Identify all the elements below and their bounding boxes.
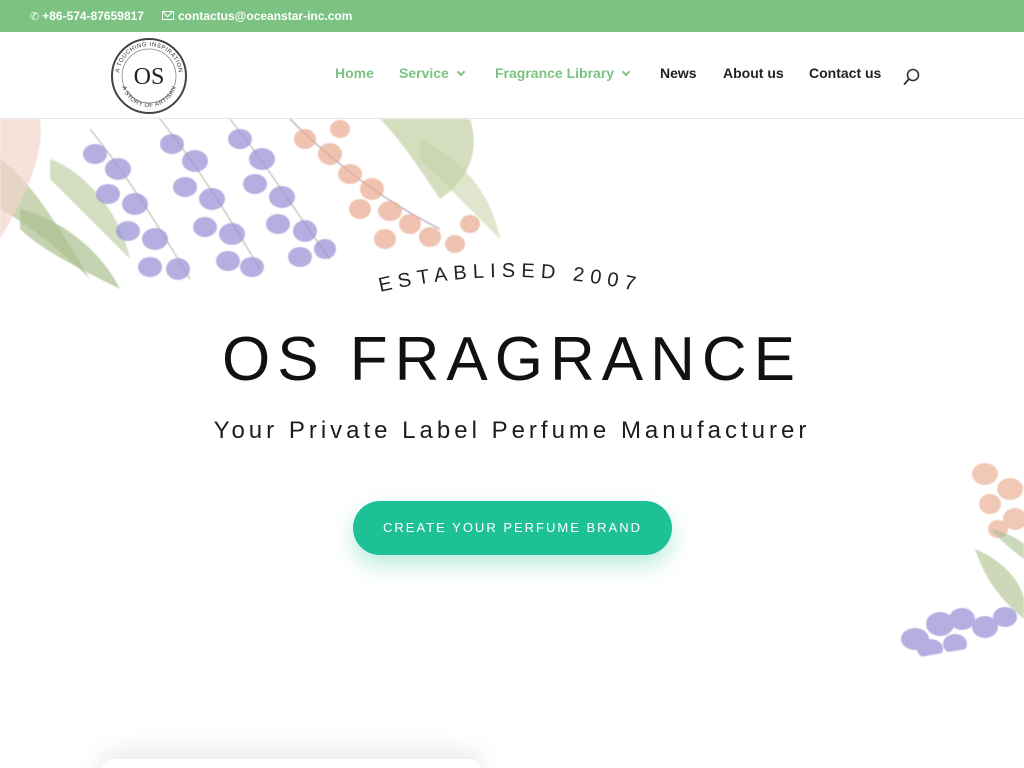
nav-service-label: Service <box>399 65 449 81</box>
phone-link[interactable]: ✆ +86-574-87659817 <box>30 9 144 24</box>
hero-title: OS FRAGRANCE <box>221 325 803 394</box>
chevron-down-icon <box>456 67 466 77</box>
email-link[interactable]: contactus@oceanstar-inc.com <box>162 9 352 23</box>
nav-home-label: Home <box>335 65 374 81</box>
nav-fragrance-library-label: Fragrance Library <box>495 65 615 81</box>
established-badge: ESTABLISED 2007 <box>377 260 644 297</box>
content-card <box>100 759 482 768</box>
nav-home[interactable]: Home <box>335 66 374 80</box>
established-text: ESTABLISED 2007 <box>377 260 638 297</box>
create-brand-button[interactable]: CREATE YOUR PERFUME BRAND <box>353 501 672 555</box>
os-logo[interactable]: A TOUCHING INSPIRATION A STORY OF ARTISA… <box>110 37 188 115</box>
svg-text:ESTABLISED 2007: ESTABLISED 2007 <box>377 260 644 297</box>
nav-news[interactable]: News <box>660 66 697 80</box>
nav-contact-us-label: Contact us <box>809 65 882 81</box>
phone-icon: ✆ <box>30 11 40 23</box>
nav-news-label: News <box>660 65 697 81</box>
envelope-icon <box>162 11 174 20</box>
nav-about-us[interactable]: About us <box>723 66 784 80</box>
hero-section: ESTABLISED 2007 OS FRAGRANCE Your Privat… <box>0 119 1024 768</box>
nav-contact-us[interactable]: Contact us <box>809 66 881 80</box>
chevron-down-icon <box>621 67 631 77</box>
nav-about-us-label: About us <box>723 65 784 81</box>
top-bar: ✆ +86-574-87659817 contactus@oceanstar-in… <box>0 0 1024 32</box>
logo-monogram: OS <box>134 64 165 90</box>
site-header: A TOUCHING INSPIRATION A STORY OF ARTISA… <box>0 32 1024 119</box>
search-icon[interactable] <box>903 68 921 86</box>
nav-fragrance-library[interactable]: Fragrance Library <box>495 65 631 81</box>
phone-number: +86-574-87659817 <box>42 9 144 23</box>
email-address: contactus@oceanstar-inc.com <box>178 9 353 23</box>
hero-subtitle: Your Private Label Perfume Manufacturer <box>213 417 811 444</box>
nav-service[interactable]: Service <box>399 65 466 81</box>
